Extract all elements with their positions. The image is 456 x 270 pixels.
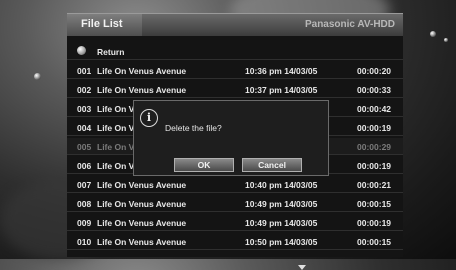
file-duration: 00:00:20 bbox=[357, 66, 392, 76]
file-number: 009 bbox=[77, 218, 92, 228]
ok-button[interactable]: OK bbox=[174, 158, 234, 172]
file-duration: 00:00:19 bbox=[357, 218, 392, 228]
file-number: 006 bbox=[77, 161, 92, 171]
file-title: Life On V bbox=[97, 142, 135, 152]
file-title: Life On Venus Avenue bbox=[97, 199, 187, 209]
file-title: Life On Venus Avenue bbox=[97, 66, 187, 76]
page-title: File List bbox=[81, 18, 123, 30]
file-datetime: 10:50 pm 14/03/05 bbox=[245, 237, 318, 247]
file-row[interactable]: 009 Life On Venus Avenue 10:49 pm 14/03/05… bbox=[67, 214, 403, 231]
file-duration: 00:00:15 bbox=[357, 199, 392, 209]
file-row[interactable]: 010 Life On Venus Avenue 10:50 pm 14/03/05… bbox=[67, 233, 403, 250]
dialog-message: Delete the file? bbox=[165, 123, 222, 133]
file-row[interactable]: 007 Life On Venus Avenue 10:40 pm 14/03/05… bbox=[67, 176, 403, 193]
file-number: 010 bbox=[77, 237, 92, 247]
background-bubble bbox=[34, 73, 41, 80]
return-row[interactable]: Return bbox=[67, 43, 403, 60]
file-row[interactable]: 008 Life On Venus Avenue 10:49 pm 14/03/05… bbox=[67, 195, 403, 212]
file-title: Life On V bbox=[97, 104, 135, 114]
brand-label: Panasonic AV-HDD bbox=[304, 19, 395, 30]
file-number: 005 bbox=[77, 142, 92, 152]
cancel-button[interactable]: Cancel bbox=[242, 158, 302, 172]
file-number: 001 bbox=[77, 66, 92, 76]
file-duration: 00:00:21 bbox=[357, 180, 392, 190]
file-duration: 00:00:19 bbox=[357, 123, 392, 133]
file-duration: 00:00:42 bbox=[357, 104, 392, 114]
file-duration: 00:00:29 bbox=[357, 142, 392, 152]
file-title: Life On Venus Avenue bbox=[97, 237, 187, 247]
file-row[interactable]: 002 Life On Venus Avenue 10:37 pm 14/03/05… bbox=[67, 81, 403, 98]
delete-confirm-dialog: i Delete the file? OK Cancel bbox=[133, 100, 329, 176]
file-number: 008 bbox=[77, 199, 92, 209]
file-datetime: 10:36 pm 14/03/05 bbox=[245, 66, 318, 76]
background-bubble bbox=[444, 38, 448, 42]
file-title: Life On V bbox=[97, 123, 135, 133]
return-icon bbox=[77, 46, 86, 55]
file-duration: 00:00:33 bbox=[357, 85, 392, 95]
file-number: 002 bbox=[77, 85, 92, 95]
file-number: 003 bbox=[77, 104, 92, 114]
file-title: Life On Venus Avenue bbox=[97, 85, 187, 95]
file-datetime: 10:49 pm 14/03/05 bbox=[245, 218, 318, 228]
file-datetime: 10:37 pm 14/03/05 bbox=[245, 85, 318, 95]
return-label: Return bbox=[97, 47, 125, 57]
file-datetime: 10:49 pm 14/03/05 bbox=[245, 199, 318, 209]
file-duration: 00:00:15 bbox=[357, 237, 392, 247]
background-bubble bbox=[430, 31, 436, 37]
info-icon: i bbox=[140, 109, 158, 127]
file-datetime: 10:40 pm 14/03/05 bbox=[245, 180, 318, 190]
file-duration: 00:00:19 bbox=[357, 161, 392, 171]
file-title: Life On Venus Avenue bbox=[97, 180, 187, 190]
file-list-header: File List Panasonic AV-HDD bbox=[67, 13, 403, 36]
file-title: Life On V bbox=[97, 161, 135, 171]
file-number: 004 bbox=[77, 123, 92, 133]
down-arrow-icon[interactable] bbox=[298, 265, 306, 270]
file-title: Life On Venus Avenue bbox=[97, 218, 187, 228]
file-number: 007 bbox=[77, 180, 92, 190]
file-row[interactable]: 001 Life On Venus Avenue 10:36 pm 14/03/05… bbox=[67, 62, 403, 79]
